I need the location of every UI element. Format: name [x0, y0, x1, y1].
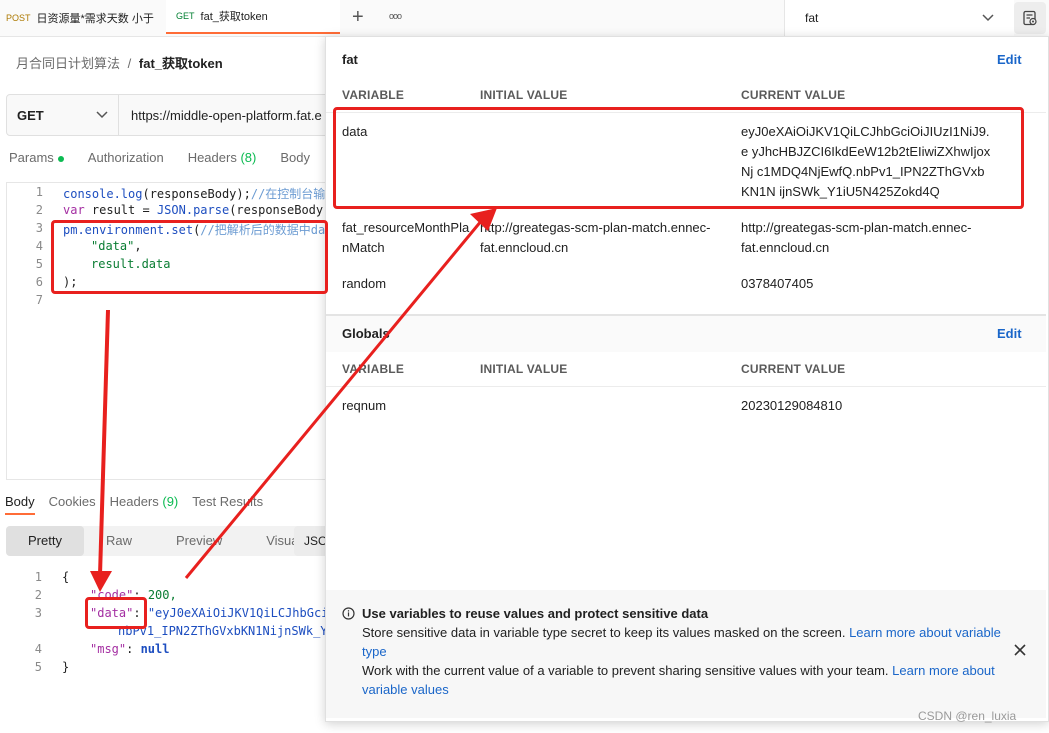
- arrow-down-line: [98, 309, 110, 576]
- watermark: CSDN @ren_luxia: [918, 709, 1017, 723]
- annotation-arrows: [90, 208, 497, 592]
- arrow-down-head: [90, 571, 112, 592]
- arrow-diagonal-line: [184, 219, 484, 579]
